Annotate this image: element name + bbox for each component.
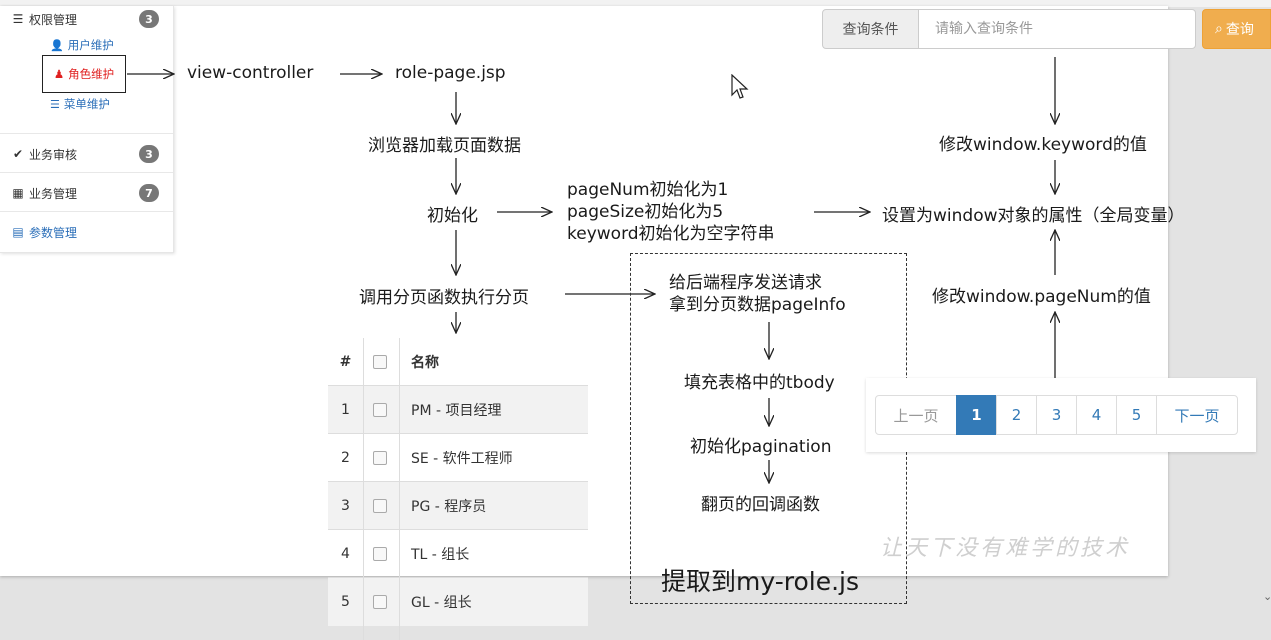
row-name: PG - 程序员 [411,499,487,515]
menu-icon: ☰ [50,97,60,111]
sidebar-item-label: 权限管理 [29,12,78,27]
table-row: 3 PG - 程序员 [328,481,588,530]
next-page-button[interactable]: 下一页 [1156,395,1238,435]
check-icon: ✔ [12,147,24,161]
label-set-window: 设置为window对象的属性（全局变量） [882,206,1185,226]
label-modify-keyword: 修改window.keyword的值 [939,135,1147,155]
row-number: 3 [341,498,350,514]
label-init-values: pageNum初始化为1 pageSize初始化为5 keyword初始化为空字… [567,179,775,245]
header-number: # [339,354,352,370]
sidebar-subitem-label: 菜单维护 [63,97,110,111]
sidebar-item-permission[interactable]: ☰ 权限管理 3 [0,8,173,30]
request-line: 给后端程序发送请求 [669,273,822,293]
row-checkbox[interactable] [373,451,387,465]
sidebar-item-business[interactable]: ▦ 业务管理 7 [0,182,173,204]
count-badge: 3 [139,10,159,28]
grid-icon: ▦ [12,186,24,200]
page-3-button[interactable]: 3 [1036,395,1077,435]
mouse-cursor-icon [731,74,749,99]
count-badge: 7 [139,184,159,202]
table-header: # 名称 [328,338,588,386]
label-call-paging: 调用分页函数执行分页 [359,288,529,308]
label-callback: 翻页的回调函数 [701,495,820,515]
sidebar-item-label: 参数管理 [29,225,78,240]
search-button-label: 查询 [1225,22,1254,38]
row-name: TL - 组长 [411,547,470,563]
label-view-controller: view-controller [187,63,314,83]
page-1-button[interactable]: 1 [956,395,997,435]
table-row: 2 SE - 软件工程师 [328,433,588,482]
search-input[interactable] [918,9,1196,49]
sidebar-subitem-user[interactable]: 👤 用户维护 [50,37,114,53]
label-modify-pagenum: 修改window.pageNum的值 [932,287,1151,307]
row-number: 4 [341,546,350,562]
row-number: 1 [341,402,350,418]
init-value-line: pageNum初始化为1 [567,180,729,200]
label-browser-load: 浏览器加载页面数据 [368,136,521,156]
sidebar-subitem-label: 角色维护 [68,67,115,81]
row-name: GL - 组长 [411,595,472,611]
sidebar-subitem-label: 用户维护 [67,38,114,52]
search-button[interactable]: ⌕ 查询 [1202,9,1271,49]
page-2-button[interactable]: 2 [996,395,1037,435]
page-4-button[interactable]: 4 [1076,395,1117,435]
init-value-line: pageSize初始化为5 [567,202,724,222]
sidebar: ☰ 权限管理 3 👤 用户维护 ♟ 角色维护 ☰ 菜单维护 ✔ 业务审核 3 ▦… [0,6,174,253]
search-label: 查询条件 [822,9,919,49]
request-line: 拿到分页数据pageInfo [669,295,846,315]
label-extract: 提取到my-role.js [661,567,859,596]
column-divider [363,338,364,640]
label-fill-tbody: 填充表格中的tbody [684,373,835,393]
select-all-checkbox[interactable] [373,355,387,369]
divider [0,211,173,212]
divider [0,172,173,173]
label-init: 初始化 [427,206,478,226]
sidebar-item-params[interactable]: ▤ 参数管理 [0,221,173,243]
sidebar-subitem-menu[interactable]: ☰ 菜单维护 [50,96,110,112]
count-badge: 3 [139,145,159,163]
header-name: 名称 [411,355,439,371]
table-row: 1 PM - 项目经理 [328,385,588,434]
user-icon: 👤 [50,38,64,52]
table-row: 5 GL - 组长 [328,577,588,626]
sidebar-item-label: 业务审核 [29,147,78,162]
row-number: 5 [341,594,350,610]
divider [0,133,173,134]
sidebar-item-review[interactable]: ✔ 业务审核 3 [0,143,173,165]
sidebar-subitem-role[interactable]: ♟ 角色维护 [42,55,126,93]
chevron-icon: ⌄ [1263,590,1271,603]
row-name: PM - 项目经理 [411,403,502,419]
role-table: # 名称 1 PM - 项目经理 2 SE - 软件工程师 3 PG - 程序员… [328,338,588,640]
user-role-icon: ♟ [53,67,65,81]
prev-page-button[interactable]: 上一页 [875,395,957,435]
row-checkbox[interactable] [373,499,387,513]
pagination: 上一页 1 2 3 4 5 下一页 [875,395,1238,435]
search-icon: ⌕ [1215,21,1223,37]
page-5-button[interactable]: 5 [1116,395,1157,435]
server-icon: ☰ [12,12,24,26]
row-checkbox[interactable] [373,547,387,561]
sidebar-item-label: 业务管理 [29,186,78,201]
table-row: 4 TL - 组长 [328,529,588,578]
row-checkbox[interactable] [373,403,387,417]
label-request: 给后端程序发送请求 拿到分页数据pageInfo [669,272,846,316]
row-name: SE - 软件工程师 [411,451,513,467]
label-role-page: role-page.jsp [395,63,506,83]
list-icon: ▤ [12,225,24,239]
watermark: 让天下没有难学的技术 [880,536,1131,561]
row-checkbox[interactable] [373,595,387,609]
label-init-pagination: 初始化pagination [690,437,832,457]
init-value-line: keyword初始化为空字符串 [567,224,775,244]
column-divider [399,338,400,640]
row-number: 2 [341,450,350,466]
